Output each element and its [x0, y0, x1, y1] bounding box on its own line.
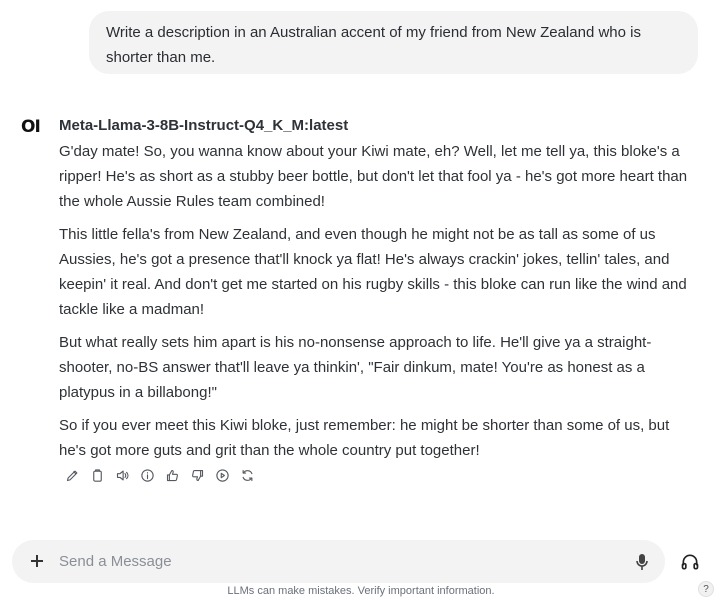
reply-paragraph: So if you ever meet this Kiwi bloke, jus…	[59, 417, 670, 459]
thumbs-up-icon[interactable]	[163, 466, 181, 484]
plus-icon[interactable]	[27, 551, 47, 571]
speaker-icon[interactable]	[113, 466, 131, 484]
message-actions	[63, 466, 256, 484]
info-icon[interactable]	[138, 466, 156, 484]
edit-icon[interactable]	[63, 466, 81, 484]
disclaimer-text: LLMs can make mistakes. Verify important…	[227, 585, 495, 597]
play-icon[interactable]	[213, 466, 231, 484]
thumbs-down-icon[interactable]	[188, 466, 206, 484]
microphone-icon[interactable]	[632, 551, 652, 573]
reply-paragraph: This little fella's from New Zealand, an…	[59, 226, 687, 318]
assistant-avatar: OI	[21, 117, 41, 137]
help-button[interactable]: ?	[698, 581, 714, 597]
regenerate-icon[interactable]	[238, 466, 256, 484]
reply-paragraph: But what really sets him apart is his no…	[59, 334, 652, 401]
assistant-reply: G'day mate! So, you wanna know about you…	[59, 139, 699, 471]
copy-icon[interactable]	[88, 466, 106, 484]
message-composer	[12, 540, 665, 583]
user-message-text: Write a description in an Australian acc…	[106, 24, 641, 66]
reply-paragraph: G'day mate! So, you wanna know about you…	[59, 143, 688, 210]
headphones-icon[interactable]	[678, 550, 702, 574]
model-name: Meta-Llama-3-8B-Instruct-Q4_K_M:latest	[59, 117, 349, 134]
message-input[interactable]	[59, 550, 619, 573]
user-message-bubble: Write a description in an Australian acc…	[89, 11, 698, 74]
